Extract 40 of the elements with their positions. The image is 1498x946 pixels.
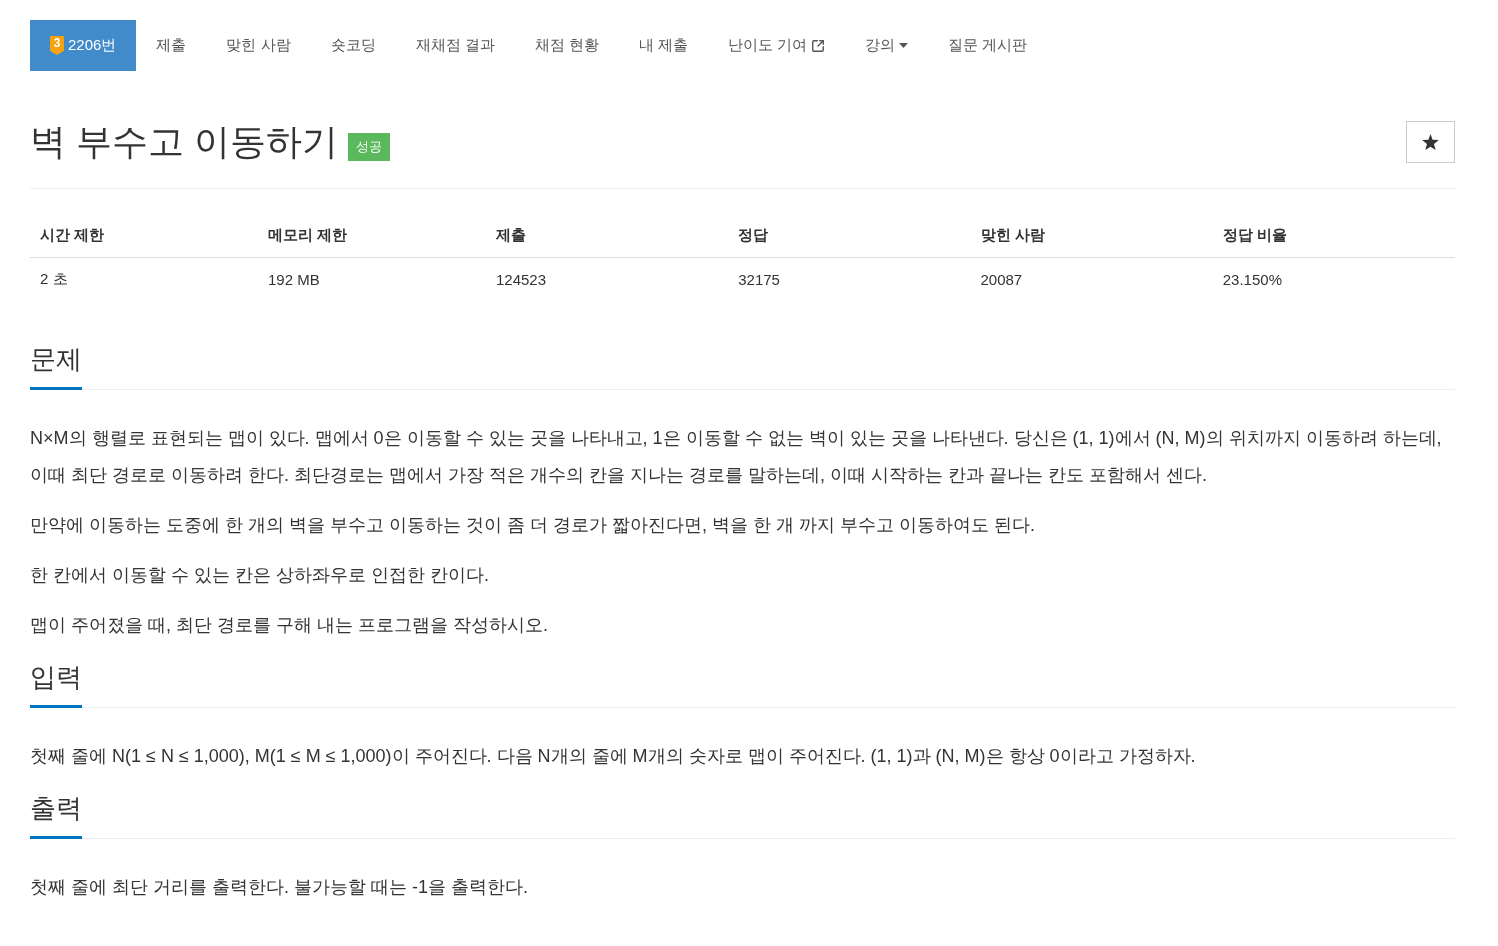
tab-label: 강의: [865, 36, 896, 55]
paragraph: 만약에 이동하는 도중에 한 개의 벽을 부수고 이동하는 것이 좀 더 경로가 짧아진다면, 벽을 한 개 까지 부수고 이동하여도 된다.: [30, 514, 1037, 537]
paragraph: 첫째 줄에 N(1 ≤ N ≤ 1,000), M(1 ≤ M ≤ 1,000)이 주어진다. 다음 N개의 줄에 M개의 숫자로 맵이 주어진다. (1, 1)과 (N, M)은 항상 0이라고 가정하자.: [30, 745, 1197, 768]
paragraph: 맵이 주어졌을 때, 최단 경로를 구해 내는 프로그램을 작성하시오.: [30, 614, 549, 637]
table-cell: 124523: [486, 257, 729, 301]
section-heading: 출력: [30, 790, 82, 839]
caret-icon: [899, 43, 909, 48]
external-link-icon: [811, 38, 826, 53]
column-header: 정답: [728, 213, 971, 258]
column-header: 제출: [486, 213, 729, 258]
section-heading: 입력: [30, 659, 82, 708]
column-header: 메모리 제한: [258, 213, 486, 258]
star-button[interactable]: [1406, 121, 1455, 163]
nav-tab[interactable]: 맞힌 사람: [206, 20, 311, 71]
star-icon: [1422, 134, 1439, 150]
table-cell: 23.150%: [1212, 257, 1455, 301]
table-cell: 20087: [970, 257, 1213, 301]
nav-tab[interactable]: 난이도 기여: [708, 20, 846, 71]
tab-label: 난이도 기여: [728, 36, 808, 55]
column-header: 정답 비율: [1212, 213, 1455, 258]
nav-tab[interactable]: 내 제출: [618, 20, 709, 71]
tier-badge: 3: [50, 36, 64, 55]
nav-tab[interactable]: 재채점 결과: [395, 20, 515, 71]
section-heading: 문제: [30, 341, 82, 390]
nav-tab[interactable]: 숏코딩: [310, 20, 396, 71]
nav-tab[interactable]: 제출: [136, 20, 207, 71]
nav-tab[interactable]: 채점 현황: [514, 20, 619, 71]
paragraph: 첫째 줄에 최단 거리를 출력한다. 불가능할 때는 -1을 출력한다.: [30, 876, 529, 899]
nav-tab[interactable]: 강의: [845, 20, 929, 71]
table-cell: 32175: [728, 257, 971, 301]
problem-title: 벽 부수고 이동하기: [30, 121, 338, 163]
result-badge: 성공: [348, 133, 390, 161]
table-cell: 192 MB: [258, 257, 486, 301]
nav-tab[interactable]: 질문 게시판: [928, 20, 1048, 71]
paragraph: 한 칸에서 이동할 수 있는 칸은 상하좌우로 인접한 칸이다.: [30, 564, 490, 587]
column-header: 시간 제한: [30, 213, 258, 258]
table-cell: 2 초: [30, 257, 258, 301]
paragraph: N×M의 행렬로 표현되는 맵이 있다. 맵에서 0은 이동할 수 있는 곳을 나타내고, 1은 이동할 수 없는 벽이 있는 곳을 나타낸다. 당신은 (1, 1)에서 (N, M)의 위치까지 이동하려 하는데, 이때 최단 경로로 이동하려 한다. 최단경로는 맵에서 가장 적은 개수의 칸을 지나는 경로를 말하는데, 이때 시작하는 칸과 끝나는 칸도 포함해서 센다.: [30, 427, 1443, 487]
column-header: 맞힌 사람: [970, 213, 1213, 258]
nav-tab[interactable]: 3 2206번: [30, 20, 137, 71]
